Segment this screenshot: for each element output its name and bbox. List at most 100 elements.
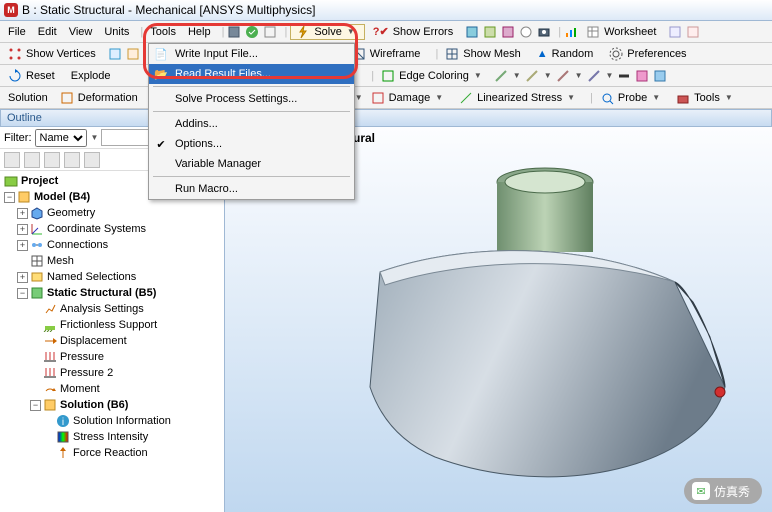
ot-icon-4[interactable] — [64, 152, 80, 168]
expand-icon[interactable]: + — [17, 224, 28, 235]
check-icon: ✔ — [153, 136, 169, 152]
tb-icon-d[interactable] — [519, 25, 533, 39]
tools-menu[interactable]: Tools▼ — [672, 89, 741, 107]
dd-read-result[interactable]: 📂Read Result Files... — [149, 64, 354, 84]
thicken-icon[interactable] — [617, 69, 631, 83]
tree-frictionless[interactable]: Frictionless Support — [4, 317, 224, 333]
watermark-bubble: ✉ 仿真秀 — [684, 478, 762, 504]
displacement-icon — [43, 334, 57, 348]
wireframe-button[interactable]: Wireframe — [348, 45, 429, 63]
wechat-icon: ✉ — [692, 482, 710, 500]
geometry-icon — [30, 206, 44, 220]
dd-varmgr[interactable]: Variable Manager — [149, 154, 354, 174]
damage-menu[interactable]: Damage▼ — [367, 89, 452, 107]
ot-icon-1[interactable] — [4, 152, 20, 168]
tree-moment[interactable]: Moment — [4, 381, 224, 397]
chart-icon[interactable] — [564, 25, 578, 39]
preferences-button[interactable]: Preferences — [605, 45, 694, 63]
tb2-icon-b[interactable] — [126, 47, 140, 61]
stroke-icon-3[interactable] — [556, 69, 570, 83]
dd-options[interactable]: ✔Options... — [149, 134, 354, 154]
edge-coloring-button[interactable]: Edge Coloring▼ — [377, 67, 490, 85]
menu-view[interactable]: View — [65, 24, 97, 40]
tree-pressure2[interactable]: Pressure 2 — [4, 365, 224, 381]
tree-pressure[interactable]: Pressure — [4, 349, 224, 365]
file-icon: 📄 — [153, 46, 169, 62]
outline-tree[interactable]: Project −Model (B4) +Geometry +Coordinat… — [0, 171, 224, 512]
menu-units[interactable]: Units — [100, 24, 133, 40]
tree-stressint[interactable]: Stress Intensity — [4, 429, 224, 445]
tree-analysis[interactable]: Analysis Settings — [4, 301, 224, 317]
ot-icon-2[interactable] — [24, 152, 40, 168]
tb-icon-f[interactable] — [686, 25, 700, 39]
collapse-icon[interactable]: − — [17, 288, 28, 299]
dd-write-input[interactable]: 📄Write Input File... — [149, 44, 354, 64]
tree-solution[interactable]: −Solution (B6) — [4, 397, 224, 413]
connections-icon — [30, 238, 44, 252]
camera-icon[interactable] — [537, 25, 551, 39]
tree-geometry[interactable]: +Geometry — [4, 205, 224, 221]
show-vertices-button[interactable]: Show Vertices — [4, 45, 104, 63]
stroke-icon-1[interactable] — [494, 69, 508, 83]
mesh-icon — [445, 47, 459, 61]
explode-button[interactable]: Explode — [67, 68, 119, 84]
tb-icon-b[interactable] — [483, 25, 497, 39]
tree-static[interactable]: −Static Structural (B5) — [4, 285, 224, 301]
stroke-icon-4[interactable] — [587, 69, 601, 83]
tb-icon-e[interactable] — [668, 25, 682, 39]
worksheet-button[interactable]: Worksheet — [582, 23, 664, 41]
tree-coord[interactable]: +Coordinate Systems — [4, 221, 224, 237]
gear-icon — [609, 47, 623, 61]
linearized-menu[interactable]: Linearized Stress▼ — [455, 89, 583, 107]
stress-icon — [56, 430, 70, 444]
solution-menu[interactable]: Solution — [4, 90, 52, 106]
dd-addins[interactable]: Addins... — [149, 114, 354, 134]
expand-icon[interactable]: + — [17, 240, 28, 251]
tree-displacement[interactable]: Displacement — [4, 333, 224, 349]
reset-icon — [8, 69, 22, 83]
dd-runmacro[interactable]: Run Macro... — [149, 179, 354, 199]
coord-icon — [30, 222, 44, 236]
tree-mesh[interactable]: Mesh — [4, 253, 224, 269]
tree-solinfo[interactable]: iSolution Information — [4, 413, 224, 429]
show-mesh-button[interactable]: Show Mesh — [441, 45, 528, 63]
tree-connections[interactable]: +Connections — [4, 237, 224, 253]
menu-file[interactable]: File — [4, 24, 30, 40]
dd-solve-process[interactable]: Solve Process Settings... — [149, 89, 354, 109]
tb-icon-a[interactable] — [465, 25, 479, 39]
probe-menu[interactable]: Probe▼ — [596, 89, 668, 107]
watermark-text: 仿真秀 — [714, 483, 750, 500]
menu-help[interactable]: Help — [184, 24, 215, 40]
solve-button[interactable]: Solve▼ — [290, 24, 364, 40]
tb-icon-c[interactable] — [501, 25, 515, 39]
damage-icon — [371, 91, 385, 105]
collapse-icon[interactable]: − — [4, 192, 15, 203]
static-icon — [30, 286, 44, 300]
collapse-icon[interactable]: − — [30, 400, 41, 411]
cube-icon-2[interactable] — [653, 69, 667, 83]
show-errors-button[interactable]: ?✔Show Errors — [369, 23, 461, 40]
ot-icon-5[interactable] — [84, 152, 100, 168]
tb2-icon-a[interactable] — [108, 47, 122, 61]
cube-icon-1[interactable] — [635, 69, 649, 83]
icon-generic-1[interactable] — [227, 25, 241, 39]
filter-select[interactable]: Name — [35, 129, 87, 147]
stroke-icon-2[interactable] — [525, 69, 539, 83]
tree-namedsel[interactable]: +Named Selections — [4, 269, 224, 285]
expand-icon[interactable]: + — [17, 272, 28, 283]
ot-icon-3[interactable] — [44, 152, 60, 168]
check-circle-icon[interactable] — [245, 25, 259, 39]
reset-button[interactable]: Reset — [4, 67, 63, 85]
menu-edit[interactable]: Edit — [34, 24, 61, 40]
toolbar-3: Reset Explode ter▼ | Edge Coloring▼ ▼ ▼ … — [0, 65, 772, 87]
info-icon: i — [56, 414, 70, 428]
expand-icon[interactable]: + — [17, 208, 28, 219]
tools-dropdown: 📄Write Input File... 📂Read Result Files.… — [148, 43, 355, 200]
menu-tools[interactable]: Tools — [146, 24, 180, 40]
random-button[interactable]: ▲Random — [533, 46, 601, 62]
deformation-menu[interactable]: Deformation — [56, 89, 146, 107]
tree-forcereact[interactable]: Force Reaction — [4, 445, 224, 461]
icon-generic-2[interactable] — [263, 25, 277, 39]
pressure-icon — [43, 366, 57, 380]
probe-icon — [600, 91, 614, 105]
